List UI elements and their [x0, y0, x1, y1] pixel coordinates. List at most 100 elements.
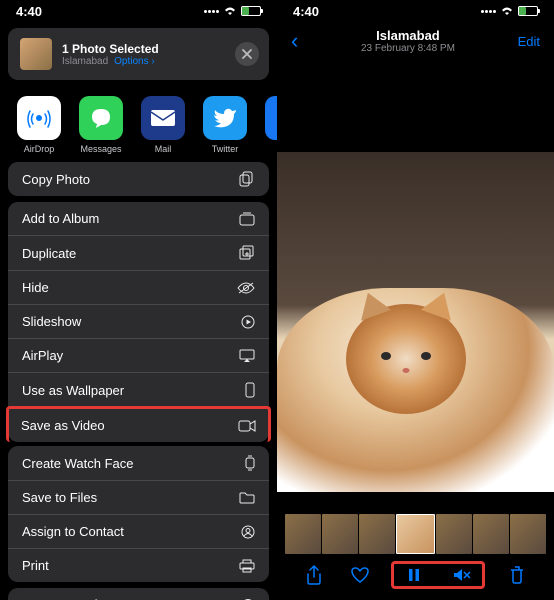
- action-label: Save as Video: [21, 418, 105, 433]
- status-bar: 4:40: [277, 0, 554, 22]
- action-add-to-album[interactable]: Add to Album: [8, 202, 269, 236]
- action-wallpaper[interactable]: Use as Wallpaper: [8, 373, 269, 408]
- action-hide[interactable]: Hide: [8, 271, 269, 305]
- app-label: Twitter: [212, 144, 239, 154]
- film-thumb-active[interactable]: [396, 514, 434, 554]
- action-duplicate[interactable]: Duplicate: [8, 236, 269, 271]
- status-bar: 4:40: [0, 0, 277, 22]
- eye-slash-icon: [237, 282, 255, 294]
- app-mail[interactable]: Mail: [138, 96, 188, 154]
- share-button[interactable]: [300, 565, 328, 585]
- filmstrip[interactable]: [277, 514, 554, 554]
- share-icon: [306, 565, 322, 585]
- status-time: 4:40: [16, 4, 42, 19]
- film-thumb[interactable]: [285, 514, 321, 554]
- film-thumb[interactable]: [436, 514, 472, 554]
- action-label: Assign to Contact: [22, 524, 124, 539]
- share-header: 1 Photo Selected Islamabad Options ›: [8, 28, 269, 80]
- film-thumb[interactable]: [322, 514, 358, 554]
- photo-toolbar: [277, 556, 554, 594]
- contact-icon: [241, 525, 255, 539]
- action-label: Print: [22, 558, 49, 573]
- app-twitter[interactable]: Twitter: [200, 96, 250, 154]
- playback-controls-highlight: [391, 561, 485, 589]
- pause-button[interactable]: [400, 568, 428, 582]
- status-right: [204, 6, 261, 16]
- photo-view[interactable]: [277, 152, 554, 492]
- copy-icon: [239, 171, 255, 187]
- film-thumb[interactable]: [510, 514, 546, 554]
- action-print[interactable]: Print: [8, 549, 269, 582]
- share-sheet-panel: 4:40 1 Photo Selected Islamabad Options …: [0, 0, 277, 600]
- action-airplay[interactable]: AirPlay: [8, 339, 269, 373]
- airplay-icon: [239, 349, 255, 363]
- photo-header: ‹ Islamabad 23 February 8:48 PM Edit: [277, 22, 554, 62]
- messages-icon: [79, 96, 123, 140]
- album-icon: [239, 212, 255, 226]
- wifi-icon: [223, 6, 237, 16]
- action-watch-face[interactable]: Create Watch Face: [8, 446, 269, 481]
- print-icon: [239, 559, 255, 573]
- action-save-to-files[interactable]: Save to Files: [8, 481, 269, 515]
- airdrop-icon: [17, 96, 61, 140]
- action-label: Duplicate: [22, 246, 76, 261]
- battery-icon: [241, 6, 261, 16]
- app-label: Mail: [155, 144, 172, 154]
- action-copy-photo[interactable]: Copy Photo: [8, 162, 269, 196]
- action-label: Save to Files: [22, 490, 97, 505]
- twitter-icon: [203, 96, 247, 140]
- options-link[interactable]: Options ›: [114, 56, 155, 67]
- battery-icon: [518, 6, 538, 16]
- film-thumb[interactable]: [473, 514, 509, 554]
- share-location: Islamabad: [62, 56, 108, 67]
- back-button[interactable]: ‹: [291, 28, 298, 54]
- action-slideshow[interactable]: Slideshow: [8, 305, 269, 339]
- video-icon: [238, 420, 256, 432]
- facebook-icon: [265, 96, 277, 140]
- cat-image: [277, 288, 554, 492]
- app-label: AirDrop: [24, 144, 55, 154]
- action-label: AirPlay: [22, 348, 63, 363]
- mute-button[interactable]: [448, 568, 476, 582]
- photo-thumbnail: [20, 38, 52, 70]
- play-circle-icon: [241, 315, 255, 329]
- close-icon: [242, 49, 252, 59]
- action-save-as-video[interactable]: Save as Video: [6, 406, 271, 442]
- action-label: Create Watch Face: [22, 456, 134, 471]
- app-facebook[interactable]: Fa: [262, 96, 277, 154]
- wifi-icon: [500, 6, 514, 16]
- status-time: 4:40: [293, 4, 319, 19]
- action-label: Hide: [22, 280, 49, 295]
- action-assign-contact[interactable]: Assign to Contact: [8, 515, 269, 549]
- watch-icon: [245, 455, 255, 471]
- app-label: Messages: [80, 144, 121, 154]
- phone-icon: [245, 382, 255, 398]
- photo-viewer-panel: 4:40 ‹ Islamabad 23 February 8:48 PM Edi…: [277, 0, 554, 600]
- action-label: Copy Photo: [22, 172, 90, 187]
- app-airdrop[interactable]: AirDrop: [14, 96, 64, 154]
- folder-icon: [239, 492, 255, 504]
- share-title: 1 Photo Selected: [62, 42, 159, 56]
- heart-icon: [351, 567, 369, 583]
- status-right: [481, 6, 538, 16]
- mail-icon: [141, 96, 185, 140]
- close-button[interactable]: [235, 42, 259, 66]
- favorite-button[interactable]: [346, 567, 374, 583]
- actions-list: Copy Photo Add to Album Duplicate Hide S…: [0, 162, 277, 600]
- edit-button[interactable]: Edit: [518, 34, 540, 49]
- share-apps-row: AirDrop Messages Mail Twitter Fa: [0, 86, 277, 162]
- delete-button[interactable]: [503, 566, 531, 584]
- pause-icon: [408, 568, 420, 582]
- action-label: Slideshow: [22, 314, 81, 329]
- speaker-muted-icon: [453, 568, 471, 582]
- app-messages[interactable]: Messages: [76, 96, 126, 154]
- action-save-draft[interactable]: Save as Draft: [8, 588, 269, 600]
- trash-icon: [510, 566, 524, 584]
- cellular-signal-icon: [481, 10, 496, 13]
- photo-date: 23 February 8:48 PM: [361, 43, 455, 54]
- film-thumb[interactable]: [359, 514, 395, 554]
- action-label: Add to Album: [22, 211, 99, 226]
- cellular-signal-icon: [204, 10, 219, 13]
- action-label: Use as Wallpaper: [22, 383, 124, 398]
- duplicate-icon: [239, 245, 255, 261]
